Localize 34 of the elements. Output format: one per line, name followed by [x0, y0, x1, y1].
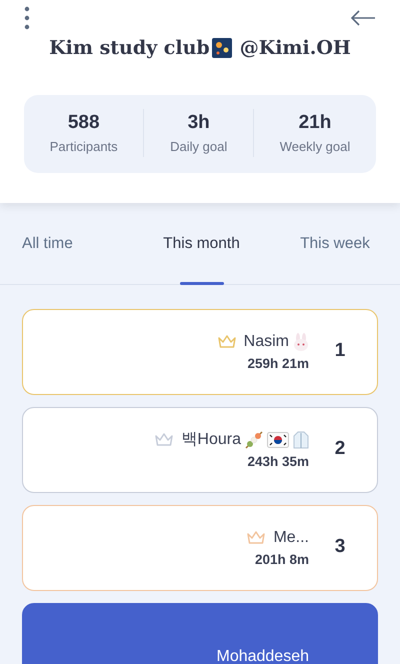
leaderboard-row[interactable]: 백Houra 243h 35m 2	[22, 406, 378, 493]
study-time: 243h 35m	[247, 452, 309, 471]
player-name: Me...	[273, 528, 309, 548]
stat-label: Weekly goal	[280, 138, 350, 156]
fireworks-icon	[212, 38, 232, 58]
leaderboard-row[interactable]: Me... 201h 8m 3	[22, 504, 378, 591]
player-name: Mohaddeseh	[216, 646, 309, 664]
leaderboard-row[interactable]: Nasim 259h 21m 1	[22, 308, 378, 395]
stat-value: 588	[68, 110, 100, 135]
tab[interactable]: This month	[133, 202, 270, 284]
skewer-icon	[245, 430, 263, 449]
stat-label: Participants	[50, 138, 118, 156]
crown-icon	[155, 433, 174, 446]
rank-number: 2	[334, 437, 346, 462]
crown-icon	[247, 531, 266, 544]
stat-value: 21h	[298, 110, 332, 135]
club-handle: @Kimi.OH	[240, 36, 351, 62]
rank-number: 1	[334, 339, 346, 364]
player-name: Nasim	[244, 332, 289, 352]
club-title: Kim study club	[49, 36, 210, 62]
coat-icon	[293, 430, 309, 449]
player-name: 백Houra	[181, 430, 241, 450]
stat-value: 3h	[188, 110, 210, 135]
tab[interactable]: All time	[0, 202, 134, 284]
crown-icon	[218, 335, 236, 348]
rabbit-icon	[293, 332, 309, 351]
menu-button[interactable]	[24, 6, 30, 30]
tab[interactable]: This week	[270, 202, 400, 284]
leaderboard-row[interactable]: Mohaddeseh	[22, 602, 378, 664]
study-time: 201h 8m	[254, 550, 309, 569]
study-time: 259h 21m	[247, 354, 309, 373]
stat-label: Daily goal	[170, 138, 228, 156]
flag-icon	[267, 432, 289, 448]
rank-number: 3	[334, 535, 346, 560]
